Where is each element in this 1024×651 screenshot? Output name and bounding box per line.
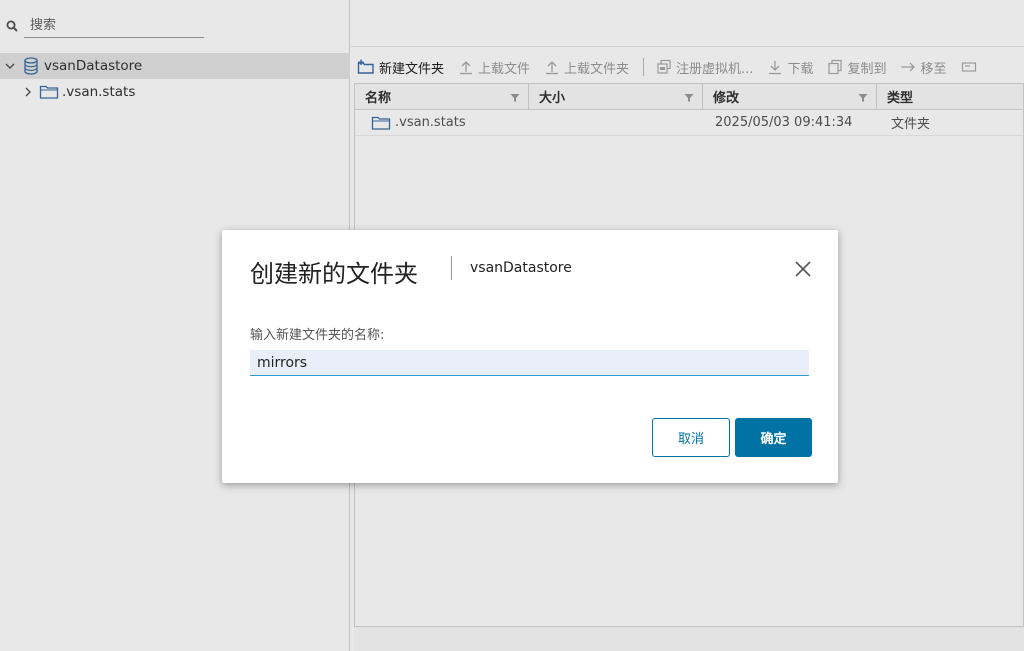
ok-button[interactable]: 确定 [735,418,812,457]
close-icon[interactable] [794,260,812,278]
create-folder-dialog: 创建新的文件夹 vsanDatastore 输入新建文件夹的名称: 取消 确定 [222,230,838,483]
dialog-subtitle: vsanDatastore [470,260,572,276]
cancel-button[interactable]: 取消 [652,418,730,457]
folder-name-input[interactable] [250,350,809,376]
dialog-title: 创建新的文件夹 [250,260,418,288]
folder-name-label: 输入新建文件夹的名称: [250,328,385,343]
title-divider [451,256,452,280]
